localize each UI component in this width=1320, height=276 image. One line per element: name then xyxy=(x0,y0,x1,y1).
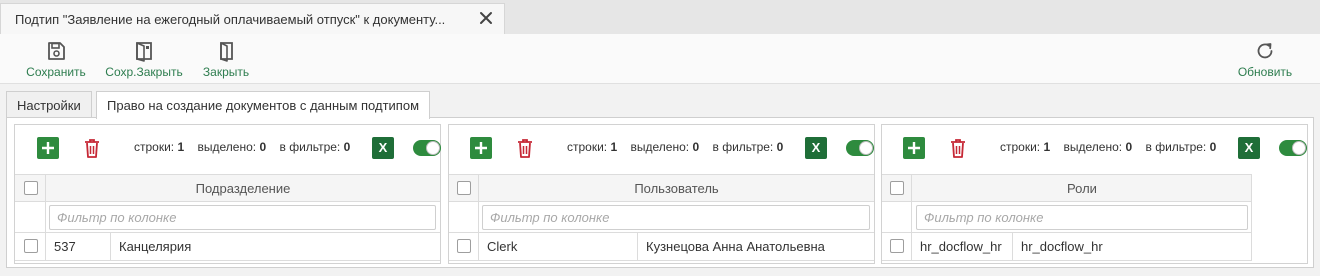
filtered-label: в фильтре: xyxy=(279,140,341,154)
column-filter-input[interactable] xyxy=(49,205,436,230)
save-close-button[interactable]: Сохр.Закрыть xyxy=(104,34,184,84)
filtered-count: 0 xyxy=(343,140,351,154)
plus-icon xyxy=(908,142,920,154)
add-button[interactable] xyxy=(903,137,925,159)
tab-content: строки: 1 выделено: 0 в фильтре: 0 X Под… xyxy=(6,117,1314,268)
door-icon xyxy=(220,42,233,62)
select-all-checkbox[interactable] xyxy=(890,181,904,195)
rows-count: 1 xyxy=(177,140,185,154)
delete-button[interactable] xyxy=(81,137,103,159)
filtered-count: 0 xyxy=(1209,140,1217,154)
tab-create-rights[interactable]: Право на создание документов с данным по… xyxy=(96,91,431,119)
delete-button[interactable] xyxy=(514,137,536,159)
document-tabbar: Подтип "Заявление на ежегодный оплачивае… xyxy=(0,0,1320,34)
grid-stats: строки: 1 выделено: 0 в фильтре: 0 xyxy=(1000,140,1216,154)
trash-icon xyxy=(85,139,99,158)
toggle-switch[interactable] xyxy=(846,140,874,156)
selected-label: выделено: xyxy=(1063,140,1123,154)
refresh-icon xyxy=(1257,43,1273,59)
row-checkbox[interactable] xyxy=(24,239,38,253)
delete-button[interactable] xyxy=(947,137,969,159)
trash-icon xyxy=(518,139,532,158)
cell-role-name: hr_docflow_hr xyxy=(1021,239,1103,254)
toggle-switch[interactable] xyxy=(413,140,441,156)
tab-settings[interactable]: Настройки xyxy=(6,91,92,118)
column-header[interactable]: Пользователь xyxy=(479,175,874,202)
filter-row xyxy=(15,202,440,233)
panel-toolbar: строки: 1 выделено: 0 в фильтре: 0 X xyxy=(449,125,874,173)
selected-count: 0 xyxy=(259,140,267,154)
panel-toolbar: строки: 1 выделено: 0 в фильтре: 0 X xyxy=(15,125,441,173)
refresh-label: Обновить xyxy=(1237,65,1293,79)
selected-label: выделено: xyxy=(630,140,690,154)
table-row[interactable]: 537 Канцелярия xyxy=(15,233,440,261)
tab-settings-label: Настройки xyxy=(17,97,81,113)
select-all-checkbox[interactable] xyxy=(457,181,471,195)
excel-export-button[interactable]: X xyxy=(372,137,394,159)
document-tab-title: Подтип "Заявление на ежегодный оплачивае… xyxy=(15,11,446,27)
panel-toolbar: строки: 1 выделено: 0 в фильтре: 0 X xyxy=(882,125,1307,173)
users-panel: строки: 1 выделено: 0 в фильтре: 0 X Пол… xyxy=(448,124,875,264)
rows-count: 1 xyxy=(1043,140,1051,154)
roles-grid: Роли hr_docflow_hr hr_docflow_hr xyxy=(882,174,1307,263)
departments-grid: Подразделение 537 Канцелярия xyxy=(15,174,440,263)
row-checkbox[interactable] xyxy=(890,239,904,253)
filter-row xyxy=(449,202,874,233)
plus-icon xyxy=(475,142,487,154)
save-button[interactable]: Сохранить xyxy=(24,34,88,84)
refresh-button[interactable]: Обновить xyxy=(1236,34,1294,84)
floppy-icon xyxy=(48,42,65,60)
select-all-checkbox[interactable] xyxy=(24,181,38,195)
selected-count: 0 xyxy=(692,140,700,154)
table-row[interactable]: Clerk Кузнецова Анна Анатольевна xyxy=(449,233,874,261)
toggle-switch[interactable] xyxy=(1279,140,1307,156)
table-row[interactable]: hr_docflow_hr hr_docflow_hr xyxy=(882,233,1252,261)
close-button[interactable]: Закрыть xyxy=(200,34,252,84)
rows-label: строки: xyxy=(1000,140,1041,154)
departments-panel: строки: 1 выделено: 0 в фильтре: 0 X Под… xyxy=(14,124,441,264)
row-checkbox[interactable] xyxy=(457,239,471,253)
add-button[interactable] xyxy=(37,137,59,159)
roles-panel: строки: 1 выделено: 0 в фильтре: 0 X Рол… xyxy=(881,124,1308,264)
save-close-label: Сохр.Закрыть xyxy=(105,65,183,79)
cell-code: 537 xyxy=(54,239,76,254)
add-button[interactable] xyxy=(470,137,492,159)
tab-create-rights-label: Право на создание документов с данным по… xyxy=(107,98,420,113)
save-label: Сохранить xyxy=(26,65,86,79)
users-grid: Пользователь Clerk Кузнецова Анна Анатол… xyxy=(449,174,874,263)
excel-export-button[interactable]: X xyxy=(1238,137,1260,159)
selected-count: 0 xyxy=(1125,140,1133,154)
plus-icon xyxy=(42,142,54,154)
close-label: Закрыть xyxy=(202,65,250,79)
filtered-label: в фильтре: xyxy=(1145,140,1207,154)
column-header[interactable]: Роли xyxy=(912,175,1252,202)
close-icon[interactable] xyxy=(478,10,494,26)
rows-label: строки: xyxy=(567,140,608,154)
trash-icon xyxy=(951,139,965,158)
rows-count: 1 xyxy=(610,140,618,154)
grid-header: Пользователь xyxy=(449,174,874,202)
grid-stats: строки: 1 выделено: 0 в фильтре: 0 xyxy=(134,140,350,154)
grid-header: Роли xyxy=(882,174,1252,202)
column-header[interactable]: Подразделение xyxy=(46,175,440,202)
filtered-label: в фильтре: xyxy=(712,140,774,154)
selected-label: выделено: xyxy=(197,140,257,154)
cell-role-code: hr_docflow_hr xyxy=(920,239,1002,254)
cell-login: Clerk xyxy=(487,239,518,254)
cell-name: Канцелярия xyxy=(119,239,192,254)
rows-label: строки: xyxy=(134,140,175,154)
document-tab[interactable]: Подтип "Заявление на ежегодный оплачивае… xyxy=(0,3,505,34)
grid-header: Подразделение xyxy=(15,174,440,202)
grid-stats: строки: 1 выделено: 0 в фильтре: 0 xyxy=(567,140,783,154)
column-filter-input[interactable] xyxy=(916,205,1248,230)
filtered-count: 0 xyxy=(776,140,784,154)
column-filter-input[interactable] xyxy=(482,205,870,230)
excel-export-button[interactable]: X xyxy=(805,137,827,159)
filter-row xyxy=(882,202,1252,233)
cell-full-name: Кузнецова Анна Анатольевна xyxy=(646,239,825,254)
toolbar: Сохранить Сохр.Закрыть Закрыть Обновить xyxy=(0,34,1320,84)
save-close-icon xyxy=(136,42,152,62)
